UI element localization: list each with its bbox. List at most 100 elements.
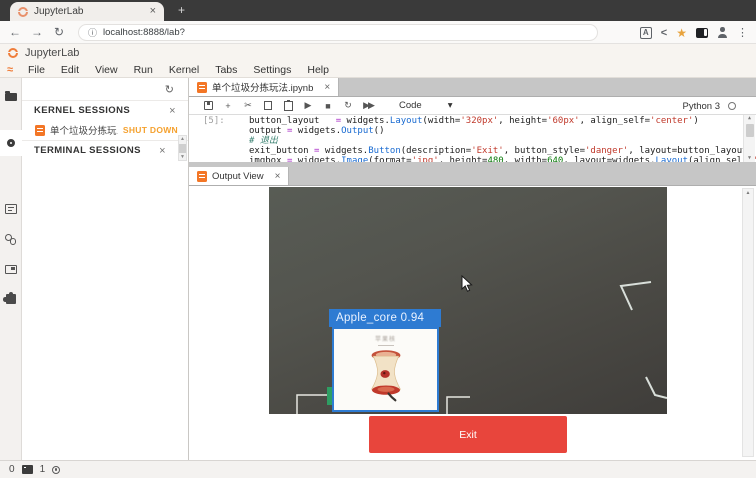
refresh-icon[interactable]: ↻ — [165, 83, 174, 96]
browser-tab[interactable]: JupyterLab × — [10, 2, 164, 21]
url-text: localhost:8888/lab? — [103, 27, 185, 38]
output-view-tab[interactable]: Output View × — [189, 167, 289, 185]
new-tab-button[interactable]: + — [174, 3, 189, 18]
copy-cell-button[interactable] — [263, 101, 273, 110]
notebook-tab-title: 单个垃圾分拣玩法.ipynb — [212, 80, 313, 94]
forward-icon[interactable]: → — [26, 25, 48, 39]
output-scrollbar[interactable]: ▲ — [742, 188, 754, 457]
notebook-tab-close-icon[interactable]: × — [324, 82, 330, 93]
scroll-up-icon[interactable]: ▲ — [746, 189, 751, 197]
menu-settings[interactable]: Settings — [245, 64, 299, 76]
terminal-sessions-header: TERMINAL SESSIONS × — [22, 140, 188, 160]
code-cell[interactable]: [5]: button_layout = widgets.Layout(widt… — [189, 115, 756, 162]
menu-edit[interactable]: Edit — [53, 64, 87, 76]
notebook-tabbar: 单个垃圾分拣玩法.ipynb × — [189, 78, 756, 97]
sidebar-item-commands[interactable] — [0, 196, 22, 222]
code-scrollbar[interactable]: ▲ ▼ — [743, 115, 755, 162]
detection-label: Apple_core 0.94 — [329, 309, 441, 327]
browser-actions: A < ★ ⋮ — [640, 21, 752, 44]
terminal-icon[interactable] — [22, 465, 33, 474]
folder-icon — [5, 93, 17, 101]
site-info-icon[interactable]: ⓘ — [88, 26, 97, 39]
menu-bar: ≈ File Edit View Run Kernel Tabs Setting… — [0, 62, 756, 78]
exit-button[interactable]: Exit — [369, 416, 567, 453]
stop-kernel-button[interactable]: ■ — [323, 101, 333, 111]
cell-type-dropdown[interactable]: Code ▾ — [399, 100, 453, 111]
puzzle-icon — [6, 294, 16, 304]
notebook-toolbar: + ✂ ▶ ■ ↻ ▶▶ Code ▾ Python 3 — [189, 97, 756, 115]
sidebar-item-files[interactable] — [0, 84, 22, 110]
bookmark-star-icon[interactable]: ★ — [676, 26, 687, 40]
scrollbar-thumb[interactable] — [746, 124, 754, 137]
camera-image: Apple_core 0.94 苹果核 — [269, 187, 667, 414]
menu-view[interactable]: View — [87, 64, 126, 76]
kernel-count[interactable]: 1 — [40, 464, 46, 475]
mouse-cursor — [461, 275, 473, 293]
cut-cell-button[interactable]: ✂ — [243, 100, 253, 111]
cell-type-value: Code — [399, 100, 422, 111]
output-view-tab-title: Output View — [212, 171, 264, 182]
jupyterlab-brand: JupyterLab — [25, 47, 79, 59]
kernel-name[interactable]: Python 3 — [683, 101, 721, 112]
gears-icon — [5, 234, 17, 245]
share-icon[interactable]: < — [661, 27, 667, 39]
apple-core-illustration — [360, 346, 412, 402]
save-button[interactable] — [203, 101, 213, 110]
save-icon — [204, 101, 213, 110]
terminal-sessions-title: TERMINAL SESSIONS — [34, 145, 141, 156]
sidebar-item-extensions[interactable] — [0, 286, 22, 312]
close-all-kernels-icon[interactable]: × — [169, 105, 176, 117]
panel-toolbar: ↻ — [22, 78, 188, 100]
notebook-tab[interactable]: 单个垃圾分拣玩法.ipynb × — [189, 78, 339, 96]
terminal-count[interactable]: 0 — [9, 464, 15, 475]
profile-icon[interactable] — [717, 27, 728, 38]
sidebar-item-running[interactable] — [0, 130, 22, 156]
running-sessions-panel: ↻ KERNEL SESSIONS × 单个垃圾分拣玩… SHUT DOWN T… — [22, 78, 189, 460]
chevron-down-icon: ▾ — [448, 100, 453, 111]
menu-run[interactable]: Run — [126, 64, 161, 76]
add-cell-button[interactable]: + — [223, 101, 233, 111]
jupyter-favicon-icon — [18, 7, 28, 17]
run-cell-button[interactable]: ▶ — [303, 100, 313, 111]
shutdown-button[interactable]: SHUT DOWN — [123, 125, 178, 135]
address-bar[interactable]: ⓘ localhost:8888/lab? — [78, 24, 598, 41]
reload-icon[interactable]: ↻ — [48, 25, 70, 39]
scroll-up-icon[interactable]: ▲ — [748, 115, 751, 122]
jupyterlab-header: JupyterLab — [0, 44, 756, 62]
sidebar-item-tabs[interactable] — [0, 256, 22, 282]
notebook-icon — [35, 125, 45, 136]
status-bar: 0 1 — [0, 460, 756, 478]
tab-close-icon[interactable]: × — [150, 6, 156, 17]
code-lines[interactable]: button_layout = widgets.Layout(width='32… — [249, 116, 740, 162]
scroll-up-icon[interactable]: ▲ — [180, 136, 185, 142]
menu-kernel[interactable]: Kernel — [161, 64, 207, 76]
sidebar-scrollbar[interactable]: ▲ ▼ — [178, 135, 187, 161]
output-view-tab-close-icon[interactable]: × — [275, 171, 281, 182]
kernel-status-icon[interactable] — [728, 102, 736, 110]
scrollbar-thumb[interactable] — [179, 144, 186, 153]
restart-kernel-button[interactable]: ↻ — [343, 100, 353, 111]
translate-icon[interactable]: A — [640, 27, 652, 39]
scroll-down-icon[interactable]: ▼ — [180, 154, 185, 160]
kernel-info: Python 3 — [683, 97, 737, 115]
jupyterlab-body: ↻ KERNEL SESSIONS × 单个垃圾分拣玩… SHUT DOWN T… — [0, 78, 756, 460]
scroll-down-icon[interactable]: ▼ — [748, 155, 751, 162]
command-palette-icon — [5, 204, 17, 214]
side-panel-icon[interactable] — [696, 28, 708, 38]
close-all-terminals-icon[interactable]: × — [159, 145, 166, 157]
browser-tabstrip: JupyterLab × + — [0, 0, 756, 21]
kernel-session-row[interactable]: 单个垃圾分拣玩… SHUT DOWN — [22, 120, 188, 140]
sidebar-item-inspector[interactable] — [0, 226, 22, 252]
menu-tabs[interactable]: Tabs — [207, 64, 245, 76]
card-chinese-label: 苹果核 — [375, 334, 396, 343]
detection-bounding-box: 苹果核 — [332, 327, 439, 412]
kernel-icon[interactable] — [52, 466, 60, 474]
paste-cell-button[interactable] — [283, 101, 293, 111]
restart-run-all-button[interactable]: ▶▶ — [363, 100, 373, 111]
back-icon[interactable]: ← — [4, 25, 26, 39]
browser-menu-icon[interactable]: ⋮ — [737, 26, 748, 39]
kernel-session-label: 单个垃圾分拣玩… — [50, 123, 118, 137]
menu-help[interactable]: Help — [299, 64, 337, 76]
open-tabs-icon — [5, 265, 17, 274]
menu-file[interactable]: File — [20, 64, 53, 76]
